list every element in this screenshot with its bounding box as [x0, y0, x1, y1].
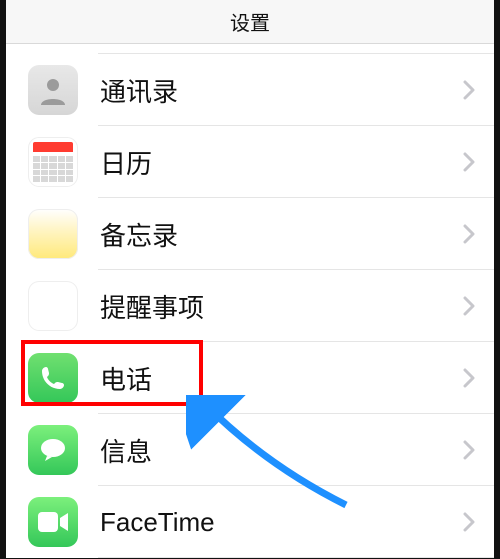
- reminders-icon: [28, 281, 78, 331]
- phone-icon: [28, 353, 78, 403]
- chevron-right-icon: [462, 440, 476, 460]
- previous-row-remnant: [98, 44, 494, 54]
- contacts-icon: [28, 65, 78, 115]
- chevron-right-icon: [462, 368, 476, 388]
- row-facetime[interactable]: FaceTime: [6, 486, 494, 558]
- chevron-right-icon: [462, 80, 476, 100]
- chevron-right-icon: [462, 152, 476, 172]
- chevron-right-icon: [462, 512, 476, 532]
- row-notes[interactable]: 备忘录: [6, 198, 494, 270]
- row-phone[interactable]: 电话: [6, 342, 494, 414]
- row-reminders[interactable]: 提醒事项: [6, 270, 494, 342]
- row-label: 通讯录: [100, 72, 462, 109]
- row-label: 备忘录: [100, 216, 462, 253]
- row-label: 信息: [100, 432, 462, 469]
- chevron-right-icon: [462, 224, 476, 244]
- row-contacts[interactable]: 通讯录: [6, 54, 494, 126]
- row-label: 日历: [100, 144, 462, 181]
- row-messages[interactable]: 信息: [6, 414, 494, 486]
- chevron-right-icon: [462, 296, 476, 316]
- messages-icon: [28, 425, 78, 475]
- settings-list: 通讯录 日历 备忘录: [6, 54, 494, 558]
- facetime-icon: [28, 497, 78, 547]
- row-label: FaceTime: [100, 507, 462, 538]
- notes-icon: [28, 209, 78, 259]
- calendar-icon: [28, 137, 78, 187]
- row-label: 提醒事项: [100, 288, 462, 325]
- page-title: 设置: [230, 7, 270, 36]
- row-label: 电话: [100, 360, 462, 397]
- row-calendar[interactable]: 日历: [6, 126, 494, 198]
- page-title-bar: 设置: [6, 0, 494, 44]
